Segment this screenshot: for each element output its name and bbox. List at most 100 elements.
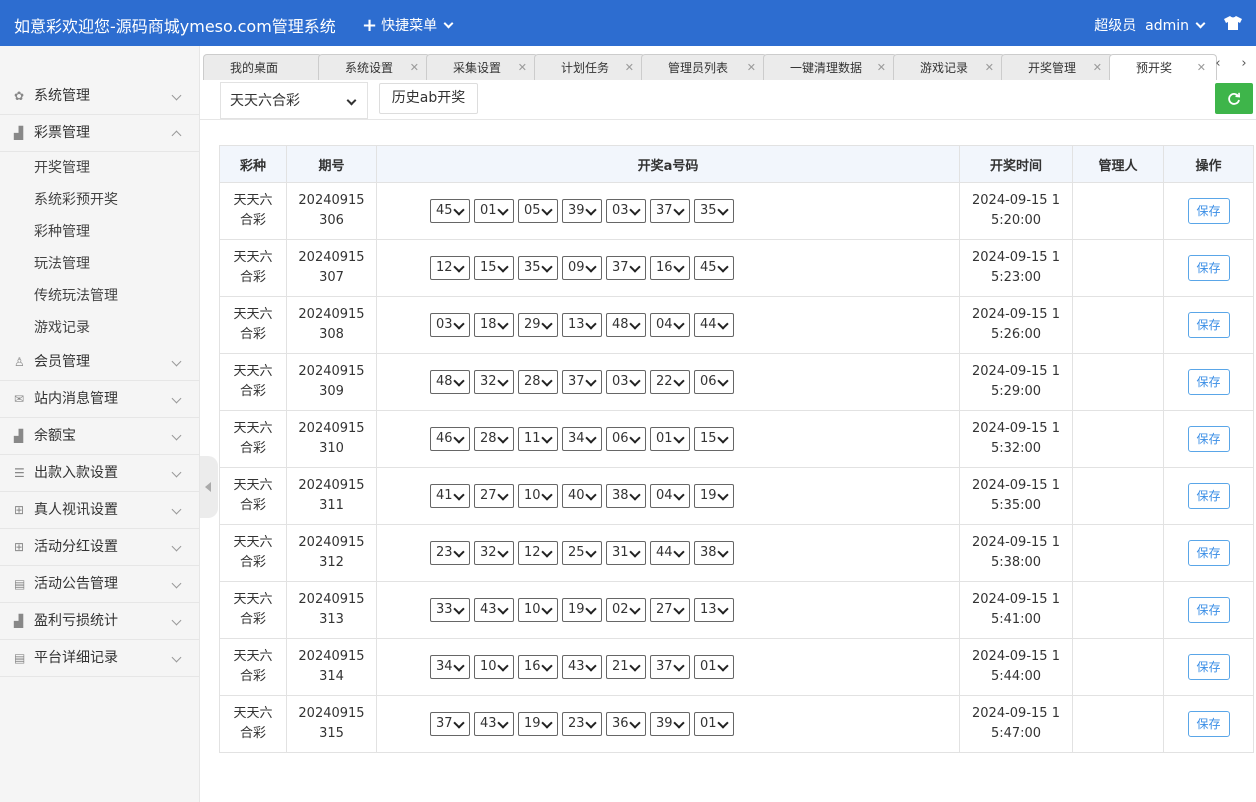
number-select[interactable]: 29 [518,313,558,337]
sidebar-collapse-toggle[interactable] [200,456,218,518]
number-select[interactable]: 04 [650,313,690,337]
history-ab-button[interactable]: 历史ab开奖 [379,83,478,114]
number-select[interactable]: 13 [562,313,602,337]
close-icon[interactable]: ✕ [1093,55,1102,81]
number-select[interactable]: 48 [606,313,646,337]
sidebar-subitem[interactable]: 玩法管理 [0,248,200,280]
number-select[interactable]: 01 [650,427,690,451]
user-menu[interactable]: 超级员 admin [1094,15,1206,35]
sidebar-subitem[interactable]: 开奖管理 [0,152,200,184]
save-button[interactable]: 保存 [1187,255,1230,281]
lottery-select[interactable]: 天天六合彩 [220,82,368,119]
sidebar-item[interactable]: ⊞ 真人视讯设置 [0,492,200,529]
number-select[interactable]: 37 [430,712,470,736]
number-select[interactable]: 35 [518,256,558,280]
number-select[interactable]: 37 [606,256,646,280]
number-select[interactable]: 10 [518,598,558,622]
number-select[interactable]: 37 [562,370,602,394]
sidebar-item[interactable]: ▟ 盈利亏损统计 [0,603,200,640]
sidebar-subitem[interactable]: 传统玩法管理 [0,280,200,312]
save-button[interactable]: 保存 [1187,198,1230,224]
number-select[interactable]: 06 [694,370,734,394]
number-select[interactable]: 34 [430,655,470,679]
sidebar-item[interactable]: ▟ 余额宝 [0,418,200,455]
number-select[interactable]: 32 [474,370,514,394]
sidebar-item[interactable]: ✿ 系统管理 [0,78,200,115]
number-select[interactable]: 38 [606,484,646,508]
sidebar-item[interactable]: ✉ 站内消息管理 [0,381,200,418]
number-select[interactable]: 11 [518,427,558,451]
number-select[interactable]: 37 [650,199,690,223]
close-icon[interactable]: ✕ [877,55,886,81]
number-select[interactable]: 12 [518,541,558,565]
sidebar-item[interactable]: ▤ 活动公告管理 [0,566,200,603]
number-select[interactable]: 16 [650,256,690,280]
close-icon[interactable]: ✕ [518,55,527,81]
number-select[interactable]: 10 [474,655,514,679]
number-select[interactable]: 15 [694,427,734,451]
save-button[interactable]: 保存 [1187,540,1230,566]
refresh-button[interactable] [1215,83,1253,114]
tab[interactable]: 管理员列表 ✕ [641,54,767,80]
number-select[interactable]: 43 [474,598,514,622]
sidebar-subitem[interactable]: 游戏记录 [0,312,200,344]
close-icon[interactable]: ✕ [985,55,994,81]
number-select[interactable]: 13 [694,598,734,622]
number-select[interactable]: 15 [474,256,514,280]
save-button[interactable]: 保存 [1187,483,1230,509]
number-select[interactable]: 39 [562,199,602,223]
tab[interactable]: 开奖管理 ✕ [1001,54,1113,80]
tab[interactable]: 系统设置 ✕ [318,54,430,80]
number-select[interactable]: 03 [606,370,646,394]
save-button[interactable]: 保存 [1187,597,1230,623]
number-select[interactable]: 19 [518,712,558,736]
number-select[interactable]: 46 [430,427,470,451]
sidebar-item[interactable]: ♙ 会员管理 [0,344,200,381]
number-select[interactable]: 09 [562,256,602,280]
number-select[interactable]: 44 [650,541,690,565]
number-select[interactable]: 19 [694,484,734,508]
number-select[interactable]: 40 [562,484,602,508]
number-select[interactable]: 04 [650,484,690,508]
number-select[interactable]: 34 [562,427,602,451]
number-select[interactable]: 45 [694,256,734,280]
save-button[interactable]: 保存 [1187,369,1230,395]
tab-next-button[interactable]: › [1231,50,1256,80]
number-select[interactable]: 32 [474,541,514,565]
number-select[interactable]: 16 [518,655,558,679]
tab[interactable]: 我的桌面 [203,54,322,80]
tab-prev-button[interactable]: ‹ [1205,50,1231,80]
number-select[interactable]: 39 [650,712,690,736]
number-select[interactable]: 21 [606,655,646,679]
sidebar-subitem[interactable]: 彩种管理 [0,216,200,248]
quick-menu-button[interactable]: + 快捷菜单 [362,15,454,36]
number-select[interactable]: 23 [430,541,470,565]
sidebar-subitem[interactable]: 系统彩预开奖 [0,184,200,216]
sidebar-item[interactable]: ▤ 平台详细记录 [0,640,200,677]
save-button[interactable]: 保存 [1187,654,1230,680]
number-select[interactable]: 10 [518,484,558,508]
tab[interactable]: 预开奖 ✕ [1109,54,1217,80]
number-select[interactable]: 37 [650,655,690,679]
number-select[interactable]: 19 [562,598,602,622]
number-select[interactable]: 01 [694,655,734,679]
sidebar-item[interactable]: ⊞ 活动分红设置 [0,529,200,566]
number-select[interactable]: 36 [606,712,646,736]
number-select[interactable]: 01 [694,712,734,736]
number-select[interactable]: 33 [430,598,470,622]
number-select[interactable]: 23 [562,712,602,736]
number-select[interactable]: 03 [606,199,646,223]
number-select[interactable]: 27 [474,484,514,508]
number-select[interactable]: 41 [430,484,470,508]
number-select[interactable]: 38 [694,541,734,565]
shirt-icon[interactable] [1224,16,1242,30]
sidebar-item[interactable]: ▟ 彩票管理 [0,115,200,152]
close-icon[interactable]: ✕ [747,55,756,81]
number-select[interactable]: 05 [518,199,558,223]
number-select[interactable]: 31 [606,541,646,565]
close-icon[interactable]: ✕ [625,55,634,81]
tab[interactable]: 游戏记录 ✕ [893,54,1005,80]
number-select[interactable]: 03 [430,313,470,337]
number-select[interactable]: 35 [694,199,734,223]
number-select[interactable]: 28 [518,370,558,394]
